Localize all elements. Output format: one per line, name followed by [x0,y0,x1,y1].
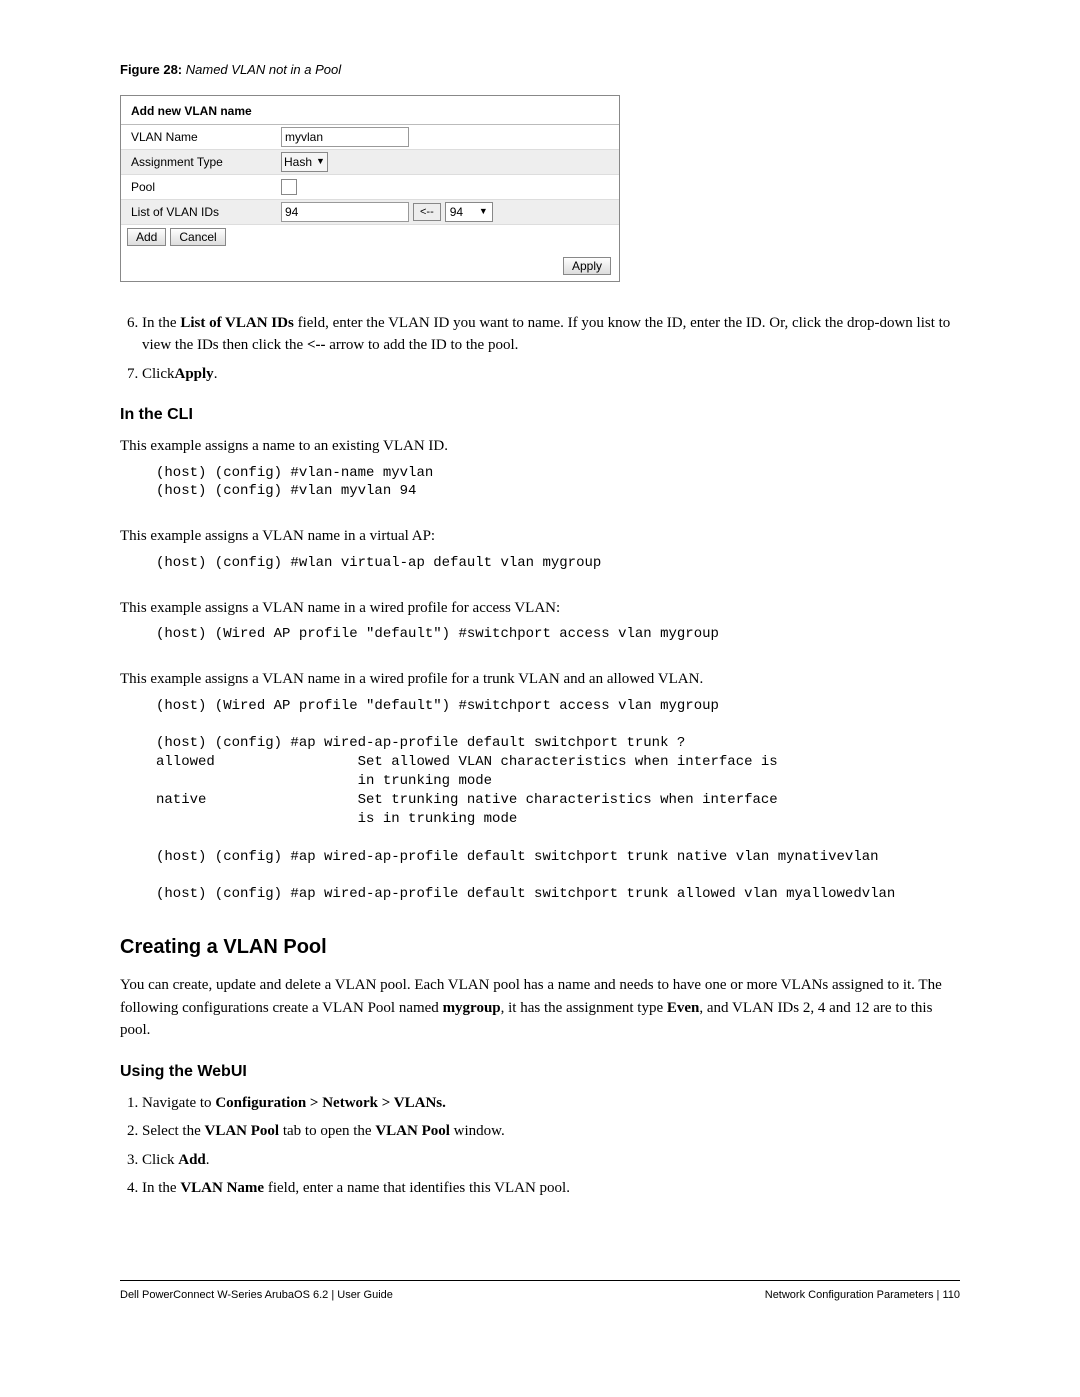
chevron-down-icon: ▼ [479,205,488,219]
add-vlan-dialog: Add new VLAN name VLAN Name Assignment T… [120,95,620,282]
cli-code-2: (host) (config) #wlan virtual-ap default… [156,554,960,573]
cli-intro-1: This example assigns a name to an existi… [120,435,960,458]
cli-intro-2: This example assigns a VLAN name in a vi… [120,525,960,548]
figure-title: Named VLAN not in a Pool [186,62,341,77]
cli-heading: In the CLI [120,403,960,427]
cli-code-1: (host) (config) #vlan-name myvlan (host)… [156,464,960,502]
vlan-ids-label: List of VLAN IDs [121,200,281,224]
pool-label: Pool [121,175,281,199]
webui-step-2: Select the VLAN Pool tab to open the VLA… [142,1120,960,1143]
cli-intro-4: This example assigns a VLAN name in a wi… [120,668,960,691]
assignment-type-select[interactable]: Hash ▼ [281,152,328,172]
pool-body: You can create, update and delete a VLAN… [120,974,960,1042]
chevron-down-icon: ▼ [316,155,325,169]
assignment-type-value: Hash [284,153,312,171]
webui-step-4: In the VLAN Name field, enter a name tha… [142,1177,960,1200]
figure-label: Figure 28: [120,62,182,77]
vlan-id-dropdown-value: 94 [450,203,463,221]
vlan-name-label: VLAN Name [121,125,281,149]
vlan-id-dropdown[interactable]: 94 ▼ [445,202,493,222]
webui-steps: Navigate to Configuration > Network > VL… [120,1092,960,1200]
cli-code-4: (host) (Wired AP profile "default") #swi… [156,697,960,905]
webui-heading: Using the WebUI [120,1060,960,1084]
pool-heading: Creating a VLAN Pool [120,932,960,962]
apply-button[interactable]: Apply [563,257,611,275]
webui-step-1: Navigate to Configuration > Network > VL… [142,1092,960,1115]
dialog-title: Add new VLAN name [121,96,619,125]
step-6: In the List of VLAN IDs field, enter the… [142,312,960,357]
cancel-button[interactable]: Cancel [170,228,225,246]
webui-step-3: Click Add. [142,1149,960,1172]
add-button[interactable]: Add [127,228,166,246]
assignment-type-label: Assignment Type [121,150,281,174]
step-list-1: In the List of VLAN IDs field, enter the… [120,312,960,386]
footer-left: Dell PowerConnect W-Series ArubaOS 6.2 |… [120,1287,393,1304]
vlan-id-input[interactable] [281,202,409,222]
add-id-arrow-button[interactable]: <-- [413,203,441,221]
vlan-name-input[interactable] [281,127,409,147]
footer-right: Network Configuration Parameters | 110 [765,1287,960,1304]
cli-intro-3: This example assigns a VLAN name in a wi… [120,597,960,620]
step-7: ClickApply. [142,363,960,386]
cli-code-3: (host) (Wired AP profile "default") #swi… [156,625,960,644]
pool-checkbox[interactable] [281,179,297,195]
figure-caption: Figure 28: Named VLAN not in a Pool [120,60,960,80]
page-footer: Dell PowerConnect W-Series ArubaOS 6.2 |… [120,1280,960,1304]
